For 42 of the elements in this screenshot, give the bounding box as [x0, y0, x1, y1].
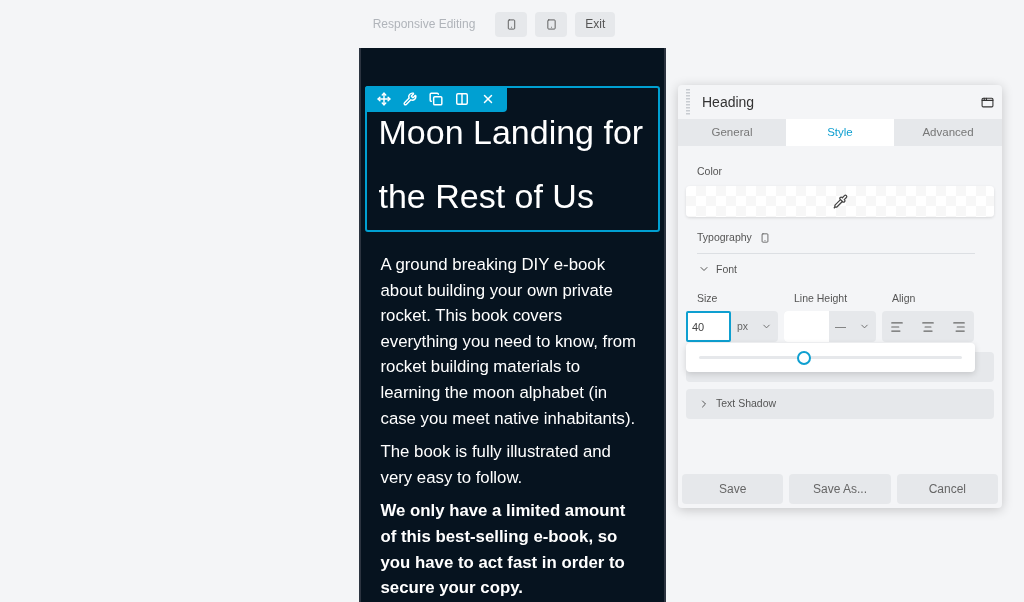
color-picker[interactable]: [686, 185, 994, 217]
wrench-icon[interactable]: [402, 92, 417, 106]
drag-handle-icon[interactable]: [686, 89, 690, 115]
align-left-icon[interactable]: [890, 319, 905, 334]
line-height-input[interactable]: [784, 311, 829, 342]
panel-button[interactable]: Save: [682, 474, 784, 504]
panel-button[interactable]: Save As...: [789, 474, 891, 504]
align-center-icon[interactable]: [921, 319, 935, 334]
phone-icon[interactable]: [759, 232, 770, 243]
size-label: Size: [697, 291, 719, 307]
move-icon[interactable]: [376, 92, 391, 106]
tab[interactable]: General: [678, 119, 786, 146]
slider[interactable]: [699, 350, 962, 365]
panel-title: Heading: [702, 92, 756, 112]
unit-select[interactable]: px: [731, 311, 778, 342]
align-right-icon[interactable]: [951, 319, 966, 334]
duplicate-icon[interactable]: [428, 92, 443, 106]
typography-label: Typography: [697, 229, 752, 245]
heading-module[interactable]: Moon Landing for the Rest of Us: [364, 86, 660, 232]
size-input[interactable]: 40: [686, 311, 731, 342]
heading: Moon Landing for the Rest of Us: [378, 112, 645, 217]
tab[interactable]: Advanced: [894, 119, 1002, 146]
device-button[interactable]: [535, 11, 568, 37]
exit-button[interactable]: Exit: [575, 11, 616, 37]
tablet-icon: [545, 18, 557, 30]
responsive-editing-label: Responsive Editing: [372, 16, 476, 33]
color-label: Color: [697, 164, 724, 179]
align-label: Align: [892, 291, 917, 307]
line-height-label: Line Height: [794, 291, 849, 307]
slider-thumb[interactable]: [797, 350, 812, 365]
panel-button[interactable]: Cancel: [896, 474, 998, 504]
phone-icon: [505, 18, 517, 30]
font-section-toggle[interactable]: Font: [698, 261, 994, 278]
tab[interactable]: Style: [786, 119, 894, 146]
paragraph: The book is fully illustrated and very easy to follow.: [380, 441, 612, 489]
paragraph: We only have a limited amount of this best-selling e-book, so you have to act fast in order to secure your copy.: [380, 500, 627, 600]
columns-icon[interactable]: [454, 92, 469, 106]
section-toggle[interactable]: Text Shadow: [686, 389, 994, 419]
device-button[interactable]: [495, 11, 528, 37]
eyedropper-icon: [832, 193, 848, 209]
paragraph: A ground breaking DIY e-book about building your own private rocket. This book covers everything you need to know, from rocket building materials to learning the moon alphabet (in case you meet native inhabitants).: [380, 254, 638, 430]
window-icon[interactable]: [981, 95, 994, 109]
